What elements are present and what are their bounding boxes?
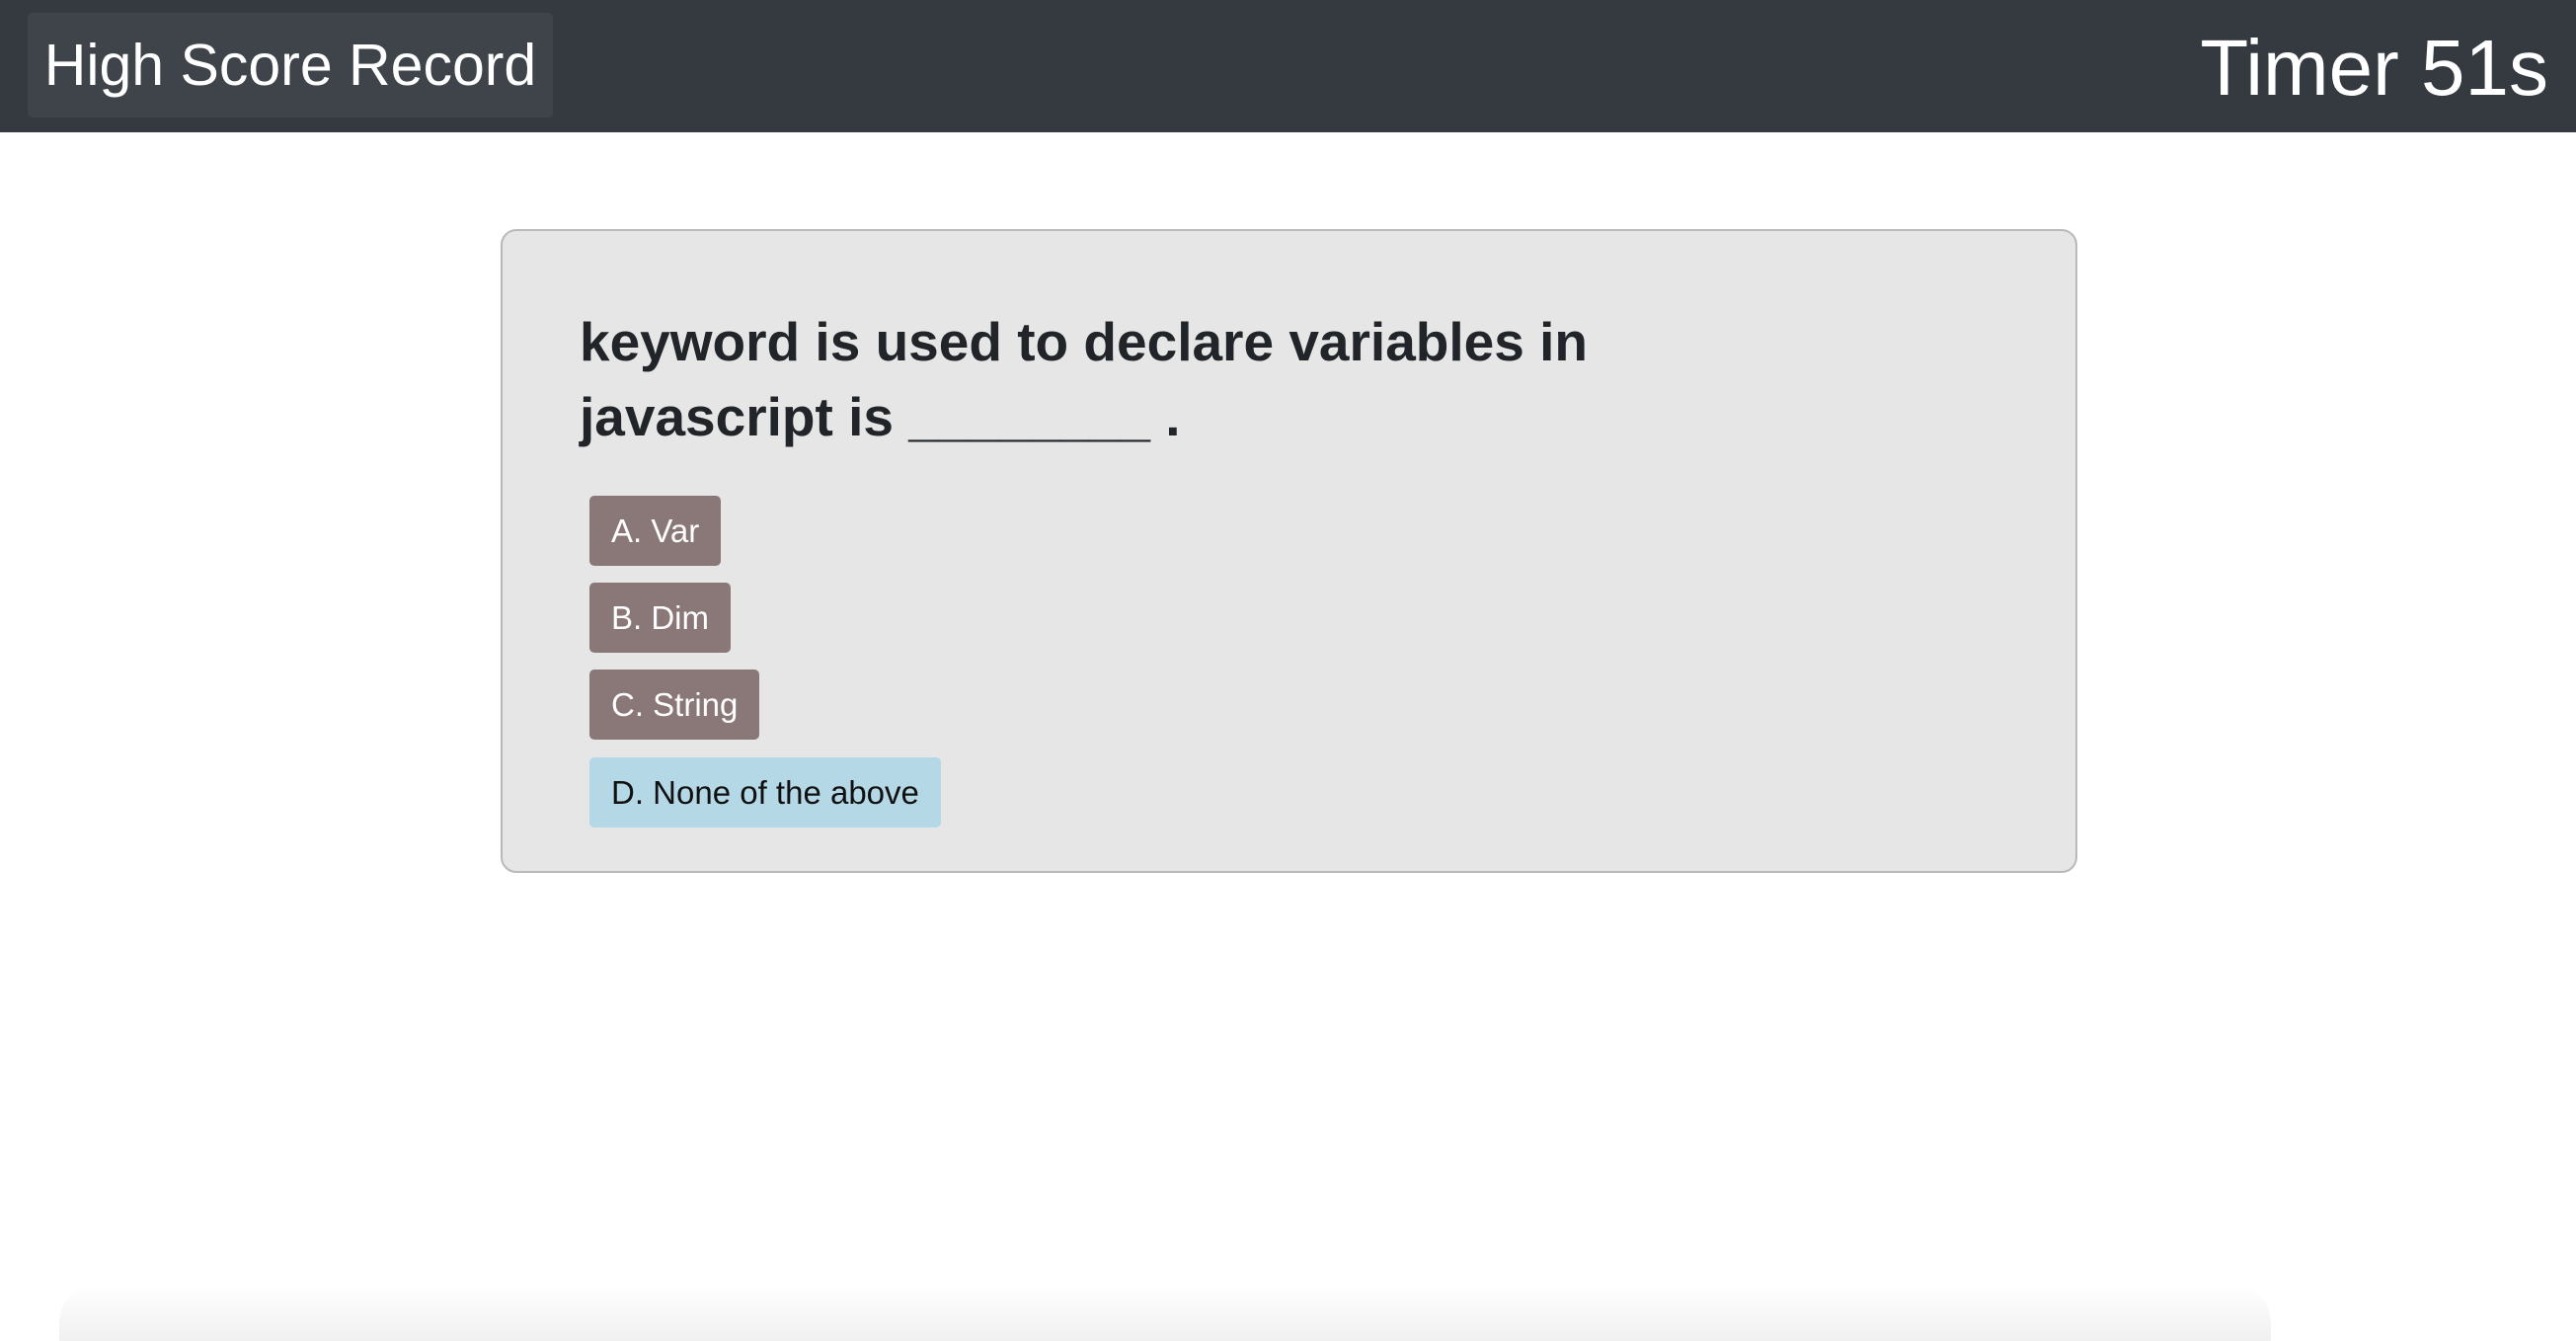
answer-button-a[interactable]: A. Var	[589, 496, 722, 566]
timer-display: Timer 51s	[2200, 24, 2548, 112]
question-text: keyword is used to declare variables in …	[580, 311, 1588, 447]
answer-button-d[interactable]: D. None of the above	[589, 757, 941, 828]
top-navbar: High Score Record Timer 51s	[0, 0, 2576, 132]
answer-button-b[interactable]: B. Dim	[589, 583, 731, 653]
question-card: keyword is used to declare variables in …	[501, 229, 2077, 873]
bottom-shadow	[59, 1284, 2271, 1341]
high-score-record-button[interactable]: High Score Record	[28, 13, 553, 118]
answer-button-c[interactable]: C. String	[589, 670, 760, 740]
